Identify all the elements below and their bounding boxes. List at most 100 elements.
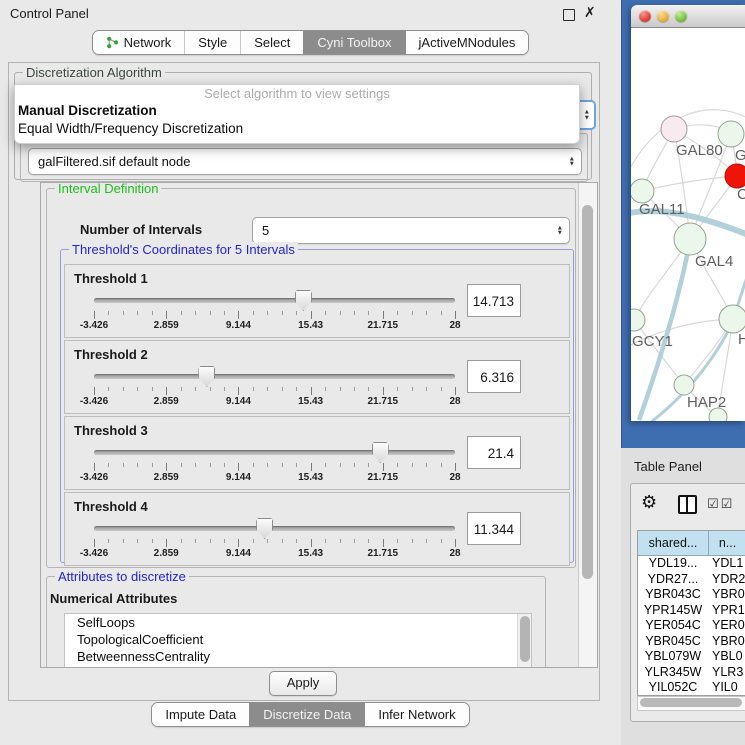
table-column-header[interactable]: n... [709, 531, 745, 555]
slider-tick [238, 311, 239, 319]
close-traffic-light[interactable] [639, 10, 651, 22]
slider-track[interactable] [94, 298, 455, 303]
tab-jactivemnodules[interactable]: jActiveMNodules [405, 31, 529, 54]
slider-tick-label: 9.144 [226, 396, 251, 407]
slider-tick [455, 311, 456, 319]
table-row[interactable]: YIL052CYIL0 [638, 680, 745, 696]
slider-tick [325, 387, 326, 391]
number-of-intervals-combo[interactable]: 5 ▲▼ [252, 217, 570, 244]
slider-tick [166, 539, 167, 547]
table-row[interactable]: YLR345WYLR3 [638, 665, 745, 681]
slider-thumb[interactable] [256, 518, 273, 539]
slider-thumb[interactable] [295, 290, 312, 311]
slider-tick [383, 387, 384, 395]
gear-icon[interactable]: ⚙ [641, 492, 657, 513]
table-cell[interactable]: YPR1 [708, 603, 745, 619]
gcy1-node[interactable] [631, 309, 645, 331]
tab-network[interactable]: Network [93, 31, 185, 54]
slider-tick [224, 311, 225, 315]
thresholds-group: Threshold's Coordinates for 5 Intervals … [60, 249, 574, 563]
table-cell[interactable]: YBR0 [708, 634, 745, 650]
tab-select[interactable]: Select [240, 31, 303, 54]
table-row[interactable]: YBR045CYBR0 [638, 634, 745, 650]
slider-tick [181, 539, 182, 543]
table-cell[interactable]: YBL0 [708, 649, 745, 665]
slider-tick-label: -3.426 [80, 320, 108, 331]
table-cell[interactable]: YBR0 [708, 587, 745, 603]
hap2-node[interactable] [674, 375, 694, 395]
attribute-list-item[interactable]: TopologicalCoefficient [65, 631, 531, 648]
list-scrollbar[interactable] [517, 614, 531, 668]
table-cell[interactable]: YIL052C [638, 680, 708, 696]
table-data-combo[interactable]: galFiltered.sif default node ▲▼ [28, 148, 582, 175]
apply-button[interactable]: Apply [269, 671, 337, 696]
attribute-list-item[interactable]: BetweennessCentrality [65, 648, 531, 665]
horizontal-scrollbar-thumb[interactable] [640, 698, 742, 707]
slider-tick-label: 9.144 [226, 548, 251, 559]
slider-tick [123, 311, 124, 315]
table-cell[interactable]: YLR345W [638, 665, 708, 681]
column-checkboxes-icon[interactable]: ☑☑ [707, 496, 734, 512]
threshold-value-field[interactable]: 6.316 [467, 360, 521, 393]
horizontal-scrollbar[interactable] [637, 696, 745, 711]
slider-track[interactable] [94, 526, 455, 531]
table-cell[interactable]: YER0 [708, 618, 745, 634]
slider-thumb[interactable] [372, 442, 389, 463]
table-cell[interactable]: YDR27... [638, 572, 708, 588]
slider-tick [181, 311, 182, 315]
table-row[interactable]: YBR043CYBR0 [638, 587, 745, 603]
slider-thumb[interactable] [198, 366, 215, 387]
tab-discretize-data[interactable]: Discretize Data [249, 703, 364, 726]
table-cell[interactable]: YBL079W [638, 649, 708, 665]
table-cell[interactable]: YBR045C [638, 634, 708, 650]
tab-label: Impute Data [165, 707, 236, 722]
table-cell[interactable]: YIL0 [708, 680, 745, 696]
minimize-traffic-light[interactable] [657, 10, 669, 22]
table-cell[interactable]: YLR3 [708, 665, 745, 681]
bottom-tab-bar: Impute Data Discretize DataInfer Network [0, 702, 621, 727]
gal11-node[interactable] [631, 179, 654, 203]
vertical-scrollbar[interactable] [578, 183, 597, 667]
slider-track[interactable] [94, 450, 455, 455]
algorithm-option-manual-discretization[interactable]: Manual Discretization [15, 102, 579, 120]
tab-impute-data[interactable]: Impute Data [152, 703, 249, 726]
threshold-value-field[interactable]: 11.344 [467, 512, 521, 545]
split-table-icon[interactable] [678, 495, 697, 514]
table-row[interactable]: YDR27...YDR2 [638, 572, 745, 588]
table-cell[interactable]: YBR043C [638, 587, 708, 603]
list-scrollbar-thumb[interactable] [520, 616, 530, 662]
right-mid-node[interactable] [719, 305, 745, 333]
vertical-scrollbar-thumb[interactable] [582, 205, 593, 579]
tab-infer-network[interactable]: Infer Network [364, 703, 468, 726]
table-cell[interactable]: YDL1 [708, 556, 745, 572]
table-row[interactable]: YPR145WYPR1 [638, 603, 745, 619]
table-cell[interactable]: YPR145W [638, 603, 708, 619]
table-cell[interactable]: YDR2 [708, 572, 745, 588]
table-row[interactable]: YER054CYER0 [638, 618, 745, 634]
slider-track[interactable] [94, 374, 455, 379]
table-column-header[interactable]: shared... [638, 531, 709, 555]
threshold-label: Threshold 3 [74, 423, 148, 438]
table-cell[interactable]: YER054C [638, 618, 708, 634]
algorithm-option-equal-width-frequency-discretization[interactable]: Equal Width/Frequency Discretization [15, 120, 579, 138]
network-canvas[interactable]: GAL80GCGAL11GAL4GCY1HHAP2 [631, 28, 745, 421]
gal80-node[interactable] [661, 116, 687, 142]
float-window-icon[interactable] [563, 9, 575, 21]
table-row[interactable]: YDL19...YDL1 [638, 556, 745, 572]
selected-red-node[interactable] [725, 164, 745, 188]
threshold-panel: Threshold 2 6.316 -3.4262.8599.14415.432… [64, 340, 570, 414]
table-cell[interactable]: YDL19... [638, 556, 708, 572]
slider-tick [166, 463, 167, 471]
tab-style[interactable]: Style [184, 31, 240, 54]
close-icon[interactable]: ✗ [584, 4, 596, 21]
node-label: GAL80 [676, 142, 723, 159]
attribute-list-item[interactable]: SelfLoops [65, 614, 531, 631]
threshold-value-field[interactable]: 14.713 [467, 284, 521, 317]
zoom-traffic-light[interactable] [675, 10, 687, 22]
table-row[interactable]: YBL079WYBL0 [638, 649, 745, 665]
tab-cyni-toolbox[interactable]: Cyni Toolbox [303, 31, 404, 54]
slider-tick [94, 311, 95, 319]
gal4-node[interactable] [674, 223, 706, 255]
network-icon [106, 36, 119, 49]
threshold-value-field[interactable]: 21.4 [467, 436, 521, 469]
